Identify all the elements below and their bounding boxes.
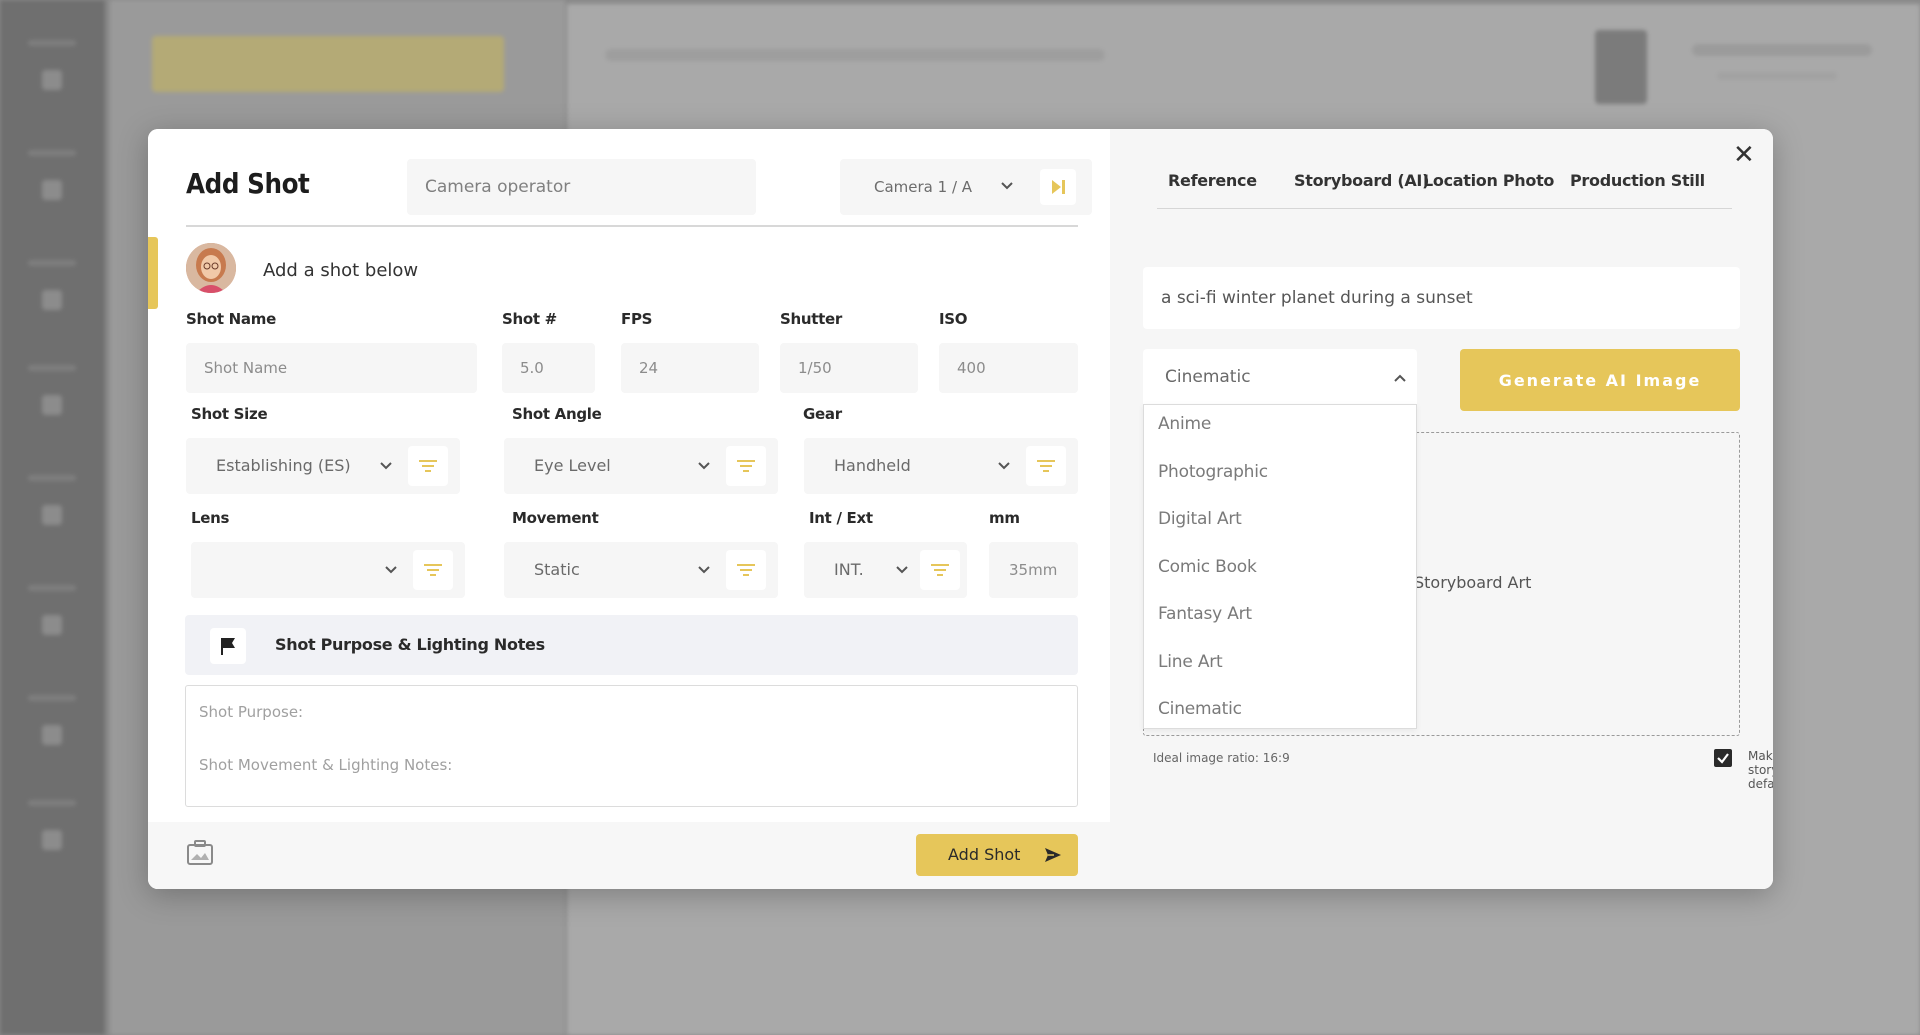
gear-value: Handheld xyxy=(834,456,911,475)
camera-operator-input[interactable]: Camera operator xyxy=(407,159,756,215)
modal-footer: Add Shot xyxy=(148,822,1110,889)
mm-input[interactable]: 35mm xyxy=(989,542,1078,598)
add-shot-button-label: Add Shot xyxy=(948,845,1021,864)
chevron-down-icon xyxy=(896,566,908,574)
make-default-label: Make storyboard default xyxy=(1748,749,1773,791)
background-search xyxy=(152,36,504,92)
shot-number-input[interactable]: 5.0 xyxy=(502,343,595,393)
shot-angle-label: Shot Angle xyxy=(512,405,602,423)
background-nav xyxy=(0,0,105,1035)
tab-storyboard-ai[interactable]: Storyboard (AI) xyxy=(1294,169,1429,193)
style-option-digital-art[interactable]: Digital Art xyxy=(1158,509,1242,529)
style-option-fantasy-art[interactable]: Fantasy Art xyxy=(1158,604,1252,624)
int-ext-label: Int / Ext xyxy=(809,509,873,527)
style-option-anime[interactable]: Anime xyxy=(1158,414,1211,434)
filter-icon xyxy=(419,460,437,472)
image-upload-icon[interactable] xyxy=(186,840,214,866)
add-shot-modal: Add Shot Camera operator Camera 1 / A Ad… xyxy=(148,129,1773,889)
flag-button xyxy=(210,628,246,664)
ai-prompt-input[interactable]: a sci-fi winter planet during a sunset xyxy=(1143,267,1740,329)
fps-label: FPS xyxy=(621,310,653,328)
style-option-comic-book[interactable]: Comic Book xyxy=(1158,557,1257,577)
shot-notes-toggle[interactable]: Shot Purpose & Lighting Notes xyxy=(185,615,1078,675)
style-option-cinematic[interactable]: Cinematic xyxy=(1158,699,1242,719)
filter-icon xyxy=(1037,460,1055,472)
movement-value: Static xyxy=(534,560,580,579)
tab-location-photo[interactable]: Location Photo xyxy=(1423,169,1554,193)
filter-icon xyxy=(424,564,442,576)
movement-select[interactable]: Static xyxy=(504,542,778,598)
chevron-up-icon xyxy=(1394,374,1406,382)
shot-notes-header: Shot Purpose & Lighting Notes xyxy=(275,635,545,654)
chevron-down-icon xyxy=(380,462,392,470)
add-shot-button[interactable]: Add Shot xyxy=(916,834,1078,876)
shot-form-panel: Add Shot Camera operator Camera 1 / A Ad… xyxy=(148,129,1110,889)
shot-angle-select[interactable]: Eye Level xyxy=(504,438,778,494)
shot-purpose-placeholder: Shot Purpose: xyxy=(199,703,304,721)
style-select[interactable]: Cinematic xyxy=(1143,349,1417,405)
shot-size-select[interactable]: Establishing (ES) xyxy=(186,438,460,494)
shot-angle-value: Eye Level xyxy=(534,456,611,475)
chevron-down-icon xyxy=(698,566,710,574)
shot-angle-filter-button[interactable] xyxy=(726,446,766,486)
shot-size-filter-button[interactable] xyxy=(408,446,448,486)
generate-ai-image-button[interactable]: Generate AI Image xyxy=(1460,349,1740,411)
style-dropdown: Anime Photographic Digital Art Comic Boo… xyxy=(1143,404,1417,729)
shot-notes-textarea[interactable]: Shot Purpose: Shot Movement & Lighting N… xyxy=(185,685,1078,807)
gear-label: Gear xyxy=(803,405,842,423)
active-indicator xyxy=(148,237,158,309)
filter-icon xyxy=(737,564,755,576)
drop-zone-text: Storyboard Art xyxy=(1414,573,1532,592)
shot-number-label: Shot # xyxy=(502,310,557,328)
add-below-text: Add a shot below xyxy=(263,260,419,281)
shot-size-label: Shot Size xyxy=(191,405,268,423)
chevron-down-icon xyxy=(998,462,1010,470)
check-icon xyxy=(1717,753,1729,764)
filter-icon xyxy=(931,564,949,576)
filter-icon xyxy=(737,460,755,472)
int-ext-filter-button[interactable] xyxy=(920,550,960,590)
gear-select[interactable]: Handheld xyxy=(804,438,1078,494)
style-option-photographic[interactable]: Photographic xyxy=(1158,462,1268,482)
shutter-input[interactable]: 1/50 xyxy=(780,343,918,393)
tab-reference[interactable]: Reference xyxy=(1168,169,1257,193)
header-divider xyxy=(186,225,1078,227)
gear-filter-button[interactable] xyxy=(1026,446,1066,486)
iso-input[interactable]: 400 xyxy=(939,343,1078,393)
image-panel: ✕ Reference Storyboard (AI) Location Pho… xyxy=(1110,129,1773,889)
modal-title: Add Shot xyxy=(186,167,310,200)
fps-input[interactable]: 24 xyxy=(621,343,759,393)
flag-icon xyxy=(221,638,235,655)
camera-select-value: Camera 1 / A xyxy=(874,178,973,196)
make-default-checkbox[interactable] xyxy=(1714,749,1732,767)
int-ext-select[interactable]: INT. xyxy=(804,542,967,598)
chevron-down-icon xyxy=(698,462,710,470)
shot-size-value: Establishing (ES) xyxy=(216,456,351,475)
lens-label: Lens xyxy=(191,509,230,527)
iso-label: ISO xyxy=(939,310,968,328)
movement-label: Movement xyxy=(512,509,599,527)
shot-name-input[interactable]: Shot Name xyxy=(186,343,477,393)
int-ext-value: INT. xyxy=(834,560,864,579)
ratio-note: Ideal image ratio: 16:9 xyxy=(1153,751,1290,765)
shot-name-label: Shot Name xyxy=(186,310,276,328)
lens-select[interactable] xyxy=(191,542,465,598)
tab-production-still[interactable]: Production Still xyxy=(1570,169,1705,193)
shot-movement-placeholder: Shot Movement & Lighting Notes: xyxy=(199,756,453,774)
skip-forward-icon xyxy=(1052,180,1065,194)
avatar xyxy=(186,243,236,293)
camera-select[interactable]: Camera 1 / A xyxy=(840,159,1092,215)
style-option-line-art[interactable]: Line Art xyxy=(1158,652,1223,672)
close-icon[interactable]: ✕ xyxy=(1733,142,1755,168)
send-icon xyxy=(1045,848,1061,862)
image-tabs: Reference Storyboard (AI) Location Photo… xyxy=(1157,169,1732,209)
mm-label: mm xyxy=(989,509,1020,527)
next-shot-button[interactable] xyxy=(1040,169,1076,205)
style-select-value: Cinematic xyxy=(1165,367,1251,387)
lens-filter-button[interactable] xyxy=(413,550,453,590)
movement-filter-button[interactable] xyxy=(726,550,766,590)
chevron-down-icon xyxy=(385,566,397,574)
shutter-label: Shutter xyxy=(780,310,842,328)
chevron-down-icon xyxy=(1001,182,1013,190)
